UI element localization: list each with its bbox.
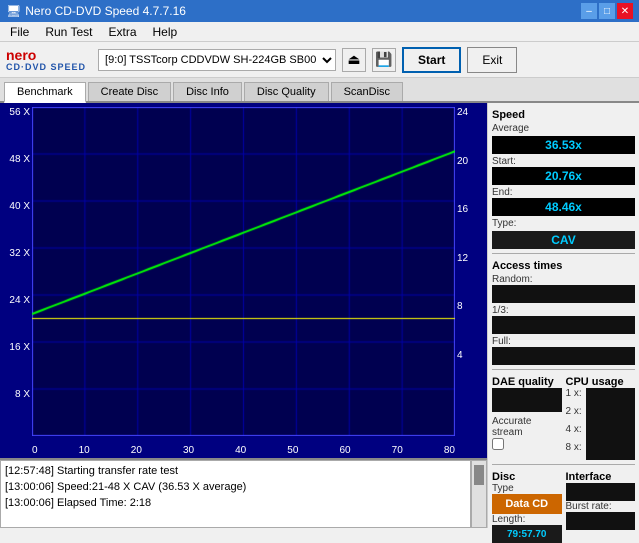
log-line-1: [13:00:06] Speed:21-48 X CAV (36.53 X av… (5, 479, 466, 495)
y-right-24: 24 (457, 107, 485, 118)
y-right-16: 16 (457, 204, 485, 215)
main-content: 56 X 48 X 40 X 32 X 24 X 16 X 8 X 24 20 … (0, 103, 639, 528)
avg-value: 36.53x (492, 136, 635, 154)
start-col: Start: 20.76x (492, 156, 635, 185)
tab-disc-quality[interactable]: Disc Quality (244, 82, 329, 101)
y-left-24: 24 X (2, 295, 30, 306)
chart-wrapper: 56 X 48 X 40 X 32 X 24 X 16 X 8 X 24 20 … (0, 103, 487, 458)
cpu2x-label: 2 x: (566, 406, 582, 417)
cpu2x-value (586, 406, 635, 424)
y-right-20: 20 (457, 156, 485, 167)
cpu-title: CPU usage (566, 376, 636, 388)
disc-title: Disc (492, 471, 562, 483)
cpu8x-value (586, 442, 635, 460)
log-content: [12:57:48] Starting transfer rate test [… (0, 460, 471, 528)
speed-title: Speed (492, 109, 635, 121)
y-left-56: 56 X (2, 107, 30, 118)
chart-x-labels: 0 10 20 30 40 50 60 70 80 (32, 445, 455, 456)
nero-logo-text: nero (6, 48, 36, 62)
dae-title: DAE quality (492, 376, 562, 388)
y-right-4: 4 (457, 350, 485, 361)
menu-file[interactable]: File (4, 23, 35, 41)
app-title: Nero CD-DVD Speed 4.7.7.16 (25, 4, 186, 18)
interface-title: Interface (566, 471, 636, 483)
interface-value (566, 483, 636, 501)
length-value: 79:57.70 (492, 525, 562, 543)
app-icon: 🖥 (6, 4, 21, 18)
chart-log-area: 56 X 48 X 40 X 32 X 24 X 16 X 8 X 24 20 … (0, 103, 487, 528)
title-bar-controls: – □ ✕ (581, 3, 633, 19)
end-label: End: (492, 187, 635, 198)
y-left-32: 32 X (2, 248, 30, 259)
cpu4x-label: 4 x: (566, 424, 582, 435)
random-label: Random: (492, 274, 635, 285)
tab-benchmark[interactable]: Benchmark (4, 82, 86, 103)
log-scrollbar[interactable] (471, 460, 487, 528)
avg-label: Average (492, 123, 635, 134)
toolbar: nero CD·DVD SPEED [9:0] TSSTcorp CDDVDW … (0, 42, 639, 78)
full-label: Full: (492, 336, 635, 347)
end-col: End: 48.46x (492, 187, 635, 216)
stream-label: stream (492, 427, 562, 438)
type-value: CAV (492, 231, 635, 249)
close-button[interactable]: ✕ (617, 3, 633, 19)
menu-extra[interactable]: Extra (102, 23, 142, 41)
cpu8x-label: 8 x: (566, 442, 582, 453)
access-times-title: Access times (492, 260, 635, 272)
tabs: Benchmark Create Disc Disc Info Disc Qua… (0, 78, 639, 103)
nero-cd-dvd-text: CD·DVD SPEED (6, 62, 86, 72)
y-left-8: 8 X (2, 389, 30, 400)
disc-type-value: Data CD (492, 494, 562, 514)
y-left-16: 16 X (2, 342, 30, 353)
y-right-8: 8 (457, 301, 485, 312)
menu-run-test[interactable]: Run Test (39, 23, 98, 41)
y-left-40: 40 X (2, 201, 30, 212)
accurate-label: Accurate (492, 416, 562, 427)
dae-value (492, 388, 562, 412)
save-icon-button[interactable]: 💾 (372, 48, 396, 72)
end-value: 48.46x (492, 198, 635, 216)
cpu4x-value (586, 424, 635, 442)
chart-y-left-labels: 56 X 48 X 40 X 32 X 24 X 16 X 8 X (2, 107, 30, 436)
start-button[interactable]: Start (402, 47, 461, 73)
main-chart-canvas (32, 107, 455, 436)
title-bar: 🖥 Nero CD-DVD Speed 4.7.7.16 – □ ✕ (0, 0, 639, 22)
log-scroll-thumb[interactable] (474, 465, 484, 485)
cpu1x-label: 1 x: (566, 388, 582, 399)
tab-disc-info[interactable]: Disc Info (173, 82, 242, 101)
start-label: Start: (492, 156, 635, 167)
tab-scan-disc[interactable]: ScanDisc (331, 82, 403, 101)
exit-button[interactable]: Exit (467, 47, 517, 73)
minimize-button[interactable]: – (581, 3, 597, 19)
burst-label: Burst rate: (566, 501, 636, 512)
nero-logo: nero CD·DVD SPEED (6, 48, 86, 72)
drive-select[interactable]: [9:0] TSSTcorp CDDVDW SH-224GB SB00 (98, 49, 336, 71)
full-value (492, 347, 635, 365)
log-line-0: [12:57:48] Starting transfer rate test (5, 463, 466, 479)
length-label: Length: (492, 514, 562, 525)
cpu1x-value (586, 388, 635, 406)
title-bar-title: 🖥 Nero CD-DVD Speed 4.7.7.16 (6, 4, 186, 18)
type-label: Type: (492, 218, 635, 229)
log-area: [12:57:48] Starting transfer rate test [… (0, 458, 487, 528)
y-left-48: 48 X (2, 154, 30, 165)
start-value: 20.76x (492, 167, 635, 185)
onethird-label: 1/3: (492, 305, 635, 316)
log-line-2: [13:00:06] Elapsed Time: 2:18 (5, 495, 466, 511)
accurate-stream-checkbox[interactable] (492, 438, 504, 450)
y-right-12: 12 (457, 253, 485, 264)
tab-create-disc[interactable]: Create Disc (88, 82, 171, 101)
maximize-button[interactable]: □ (599, 3, 615, 19)
onethird-value (492, 316, 635, 334)
start-end-row: Start: 20.76x (492, 156, 635, 185)
random-value (492, 285, 635, 303)
disc-type-label: Type (492, 483, 562, 494)
burst-value (566, 512, 636, 530)
right-panel: Speed Average 36.53x Start: 20.76x End: … (487, 103, 639, 528)
chart-y-right-labels: 24 20 16 12 8 4 (457, 107, 485, 436)
menu-help[interactable]: Help (147, 23, 184, 41)
eject-icon-button[interactable]: ⏏ (342, 48, 366, 72)
end-row: End: 48.46x (492, 187, 635, 216)
menu-bar: File Run Test Extra Help (0, 22, 639, 42)
